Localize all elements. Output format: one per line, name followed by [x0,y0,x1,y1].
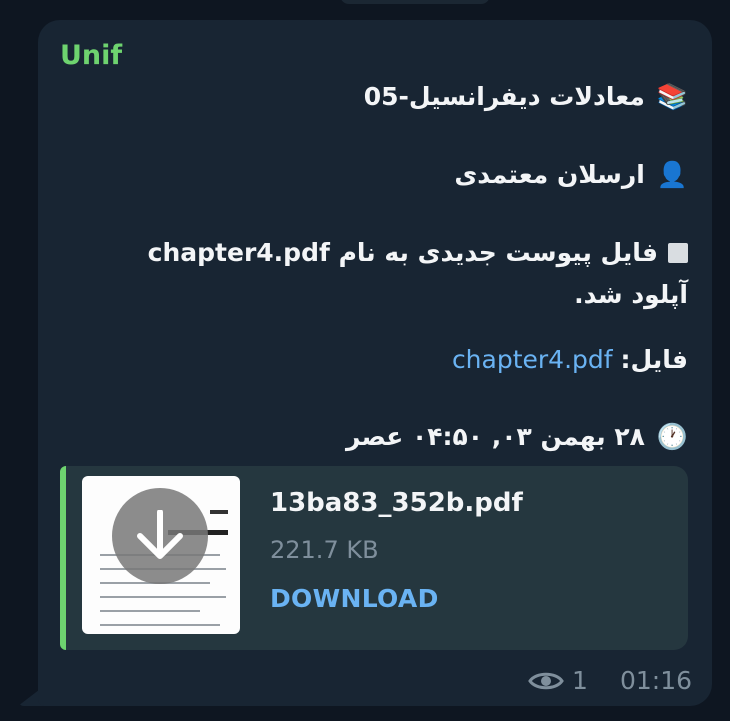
thumb-text-row [100,596,226,598]
white-square-icon [668,243,688,263]
views-count: 1 [572,666,588,695]
date-line: 🕐 ۲۸ بهمن ۰۳, ۰۴:۵۰ عصر [346,422,688,452]
file-attachment[interactable]: 13ba83_352b.pdf 221.7 KB DOWNLOAD [60,466,688,650]
notice-paragraph: فایل پیوست جدیدی به نام chapter4.pdf آپل… [98,232,688,316]
attachment-filename[interactable]: 13ba83_352b.pdf [270,488,523,518]
author-name: ارسلان معتمدی [454,160,645,189]
thumb-heading-mark [210,510,228,514]
sender-name[interactable]: Unif [60,40,122,71]
file-line: فایل: chapter4.pdf [452,345,688,374]
download-link[interactable]: DOWNLOAD [270,584,439,613]
download-arrow-icon [137,510,183,559]
attachment-accent-bar [60,466,66,650]
thumb-text-row [100,624,220,626]
clock-icon: 🕐 [656,422,688,451]
views-counter: 1 [528,666,588,695]
date-text: ۲۸ بهمن ۰۳, ۰۴:۵۰ عصر [346,422,645,451]
file-link[interactable]: chapter4.pdf [452,345,613,374]
course-title: معادلات دیفرانسیل-05 [363,82,645,111]
download-button[interactable] [112,488,208,584]
course-line: 📚 معادلات دیفرانسیل-05 [364,82,688,112]
message-meta: 1 01:16 [528,666,692,695]
file-label: فایل: [620,345,688,374]
eye-icon [528,672,564,689]
message-time: 01:16 [619,666,692,695]
author-line: 👤 ارسلان معتمدی [454,160,688,190]
attachment-size: 221.7 KB [270,536,379,564]
books-icon: 📚 [656,82,688,111]
notice-text: فایل پیوست جدیدی به نام chapter4.pdf آپل… [147,238,688,309]
top-date-pill [340,0,490,4]
thumb-text-row [100,610,200,612]
person-icon: 👤 [656,160,688,189]
pdf-thumbnail[interactable] [82,476,240,634]
